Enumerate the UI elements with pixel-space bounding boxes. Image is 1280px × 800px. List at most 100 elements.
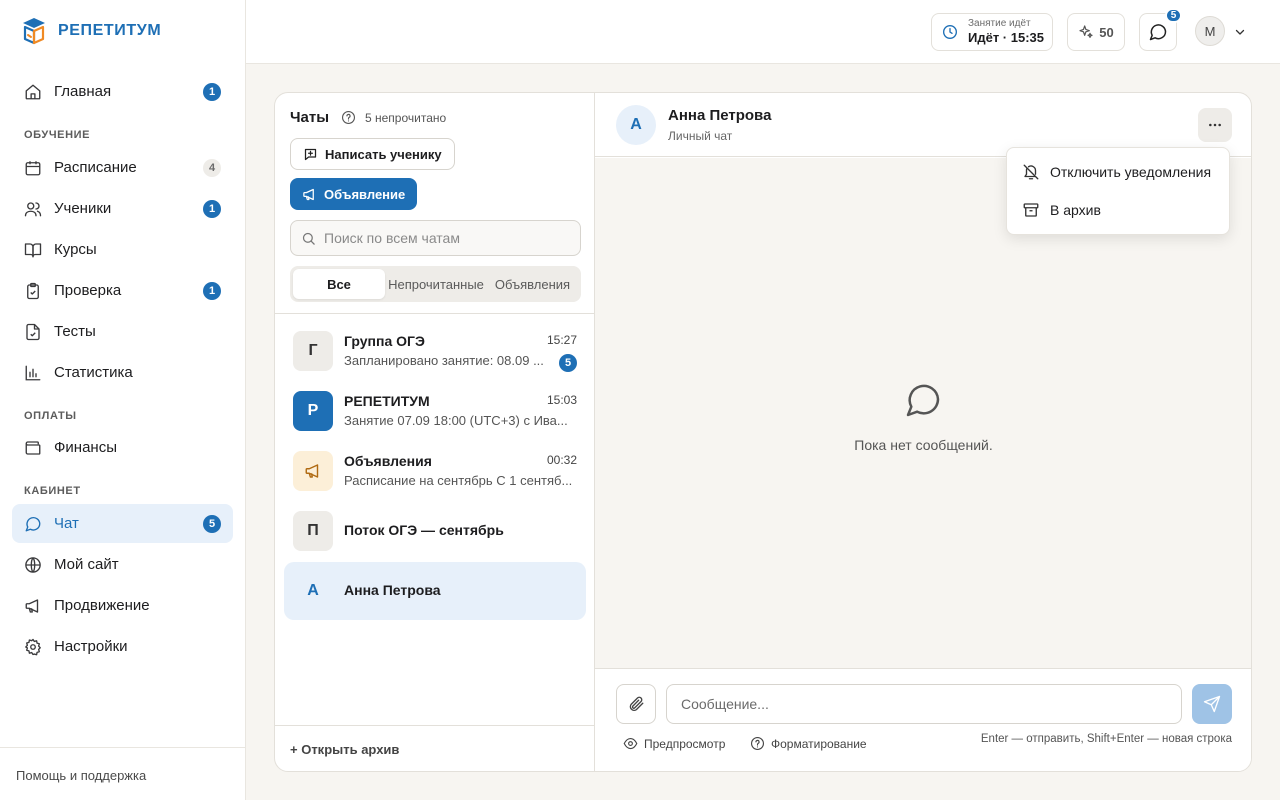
brand-logo[interactable]: РЕПЕТИТУМ	[20, 16, 161, 46]
section-learning: ОБУЧЕНИЕ	[24, 129, 91, 141]
chat-avatar: А	[293, 571, 333, 611]
chat-name: Поток ОГЭ — сентябрь	[344, 522, 504, 538]
chat-list-item[interactable]: Объявления 00:32 Расписание на сентябрь …	[284, 442, 586, 500]
chat-list-item[interactable]: П Поток ОГЭ — сентябрь	[284, 502, 586, 560]
sidebar-item-chat[interactable]: Чат 5	[12, 504, 233, 543]
wallet-icon	[24, 439, 42, 457]
chat-icon	[1148, 22, 1168, 42]
chat-list-item[interactable]: Р РЕПЕТИТУМ 15:03 Занятие 07.09 18:00 (U…	[284, 382, 586, 440]
chat-name: Анна Петрова	[344, 582, 441, 598]
section-cabinet: КАБИНЕТ	[24, 485, 81, 497]
sidebar-item-label: Тесты	[54, 323, 96, 340]
more-horizontal-icon	[1207, 117, 1223, 133]
top-bar: Занятие идёт Идёт · 15:35 50 5 М	[246, 0, 1280, 64]
sidebar-item-schedule[interactable]: Расписание 4	[12, 148, 233, 187]
bell-off-icon	[1022, 163, 1040, 181]
sidebar-item-label: Статистика	[54, 364, 133, 381]
preview-toggle[interactable]: Предпросмотр	[623, 736, 725, 751]
logo-icon	[20, 16, 48, 46]
sidebar-badge: 4	[203, 159, 221, 177]
chat-preview: Запланировано занятие: 08.09 ...	[344, 353, 544, 368]
chat-count-badge: 5	[1165, 8, 1182, 23]
lesson-status-button[interactable]: Занятие идёт Идёт · 15:35	[931, 13, 1053, 51]
megaphone-icon	[24, 597, 42, 615]
sidebar-item-home[interactable]: Главная 1	[12, 72, 233, 111]
book-icon	[24, 241, 42, 259]
sparkles-icon	[1078, 24, 1094, 40]
archive-icon	[1022, 201, 1040, 219]
menu-item-label: В архив	[1050, 202, 1101, 218]
help-link[interactable]: Помощь и поддержка	[0, 747, 245, 800]
announcement-button[interactable]: Объявление	[290, 178, 418, 210]
open-archive-link[interactable]: + Открыть архив	[275, 725, 595, 771]
write-to-student-button[interactable]: Написать ученику	[290, 138, 455, 170]
chat-search[interactable]	[290, 220, 581, 256]
menu-item-mute[interactable]: Отключить уведомления	[1007, 153, 1231, 191]
chat-time: 00:32	[546, 453, 577, 467]
message-plus-icon	[303, 147, 318, 162]
chat-name: РЕПЕТИТУМ	[344, 393, 430, 409]
chat-name: Группа ОГЭ	[344, 333, 425, 349]
chat-preview: Занятие 07.09 18:00 (UTC+3) с Ива...	[344, 413, 568, 428]
message-input[interactable]	[666, 684, 1182, 724]
sidebar-item-label: Настройки	[54, 638, 128, 655]
send-button[interactable]	[1192, 684, 1232, 724]
sidebar-item-courses[interactable]: Курсы	[12, 230, 233, 269]
clock-icon	[942, 24, 958, 40]
formatting-help[interactable]: Форматирование	[750, 736, 867, 751]
sidebar: РЕПЕТИТУМ Главная 1 ОБУЧЕНИЕ Расписание …	[0, 0, 246, 800]
sidebar-item-students[interactable]: Ученики 1	[12, 189, 233, 228]
help-circle-icon[interactable]	[341, 110, 356, 125]
sidebar-item-label: Курсы	[54, 241, 97, 258]
sidebar-item-label: Проверка	[54, 282, 122, 299]
chat-time: 15:03	[546, 393, 577, 407]
sidebar-item-finance[interactable]: Финансы	[12, 428, 233, 467]
search-input[interactable]	[324, 230, 564, 246]
sidebar-item-review[interactable]: Проверка 1	[12, 271, 233, 310]
sidebar-badge: 1	[203, 200, 221, 218]
megaphone-icon	[302, 187, 317, 202]
calendar-icon	[24, 159, 42, 177]
sidebar-badge: 1	[203, 83, 221, 101]
gear-icon	[24, 638, 42, 656]
chats-title: Чаты	[290, 109, 330, 126]
attach-button[interactable]	[616, 684, 656, 724]
chat-list-item[interactable]: Г Группа ОГЭ 15:27 Запланировано занятие…	[284, 322, 586, 380]
chats-column: Чаты 5 непрочитано Написать ученику Объя…	[275, 93, 595, 771]
eye-icon	[623, 736, 638, 751]
chat-time: 15:27	[546, 333, 577, 347]
divider	[275, 313, 595, 314]
sidebar-item-promotion[interactable]: Продвижение	[12, 586, 233, 625]
menu-item-archive[interactable]: В архив	[1007, 191, 1231, 229]
sidebar-item-tests[interactable]: Тесты	[12, 312, 233, 351]
formatting-label: Форматирование	[771, 736, 867, 751]
chat-name: Объявления	[344, 453, 432, 469]
conversation-options-menu: Отключить уведомления В архив	[1006, 147, 1230, 235]
users-icon	[24, 200, 42, 218]
unread-count: 5 непрочитано	[365, 111, 447, 125]
chat-avatar: Г	[293, 331, 333, 371]
tab-all[interactable]: Все	[293, 269, 385, 299]
chat-filter-tabs: Все Непрочитанные Объявления	[290, 266, 581, 302]
empty-state-text: Пока нет сообщений.	[854, 437, 993, 453]
chat-notifications-button[interactable]: 5	[1139, 8, 1182, 51]
section-payments: ОПЛАТЫ	[24, 410, 77, 422]
tab-announcements[interactable]: Объявления	[487, 269, 578, 299]
announcement-label: Объявление	[324, 186, 406, 202]
help-circle-icon	[750, 736, 765, 751]
chat-list-item-selected[interactable]: А Анна Петрова	[284, 562, 586, 620]
credits-button[interactable]: 50	[1067, 13, 1125, 51]
sidebar-item-my-site[interactable]: Мой сайт	[12, 545, 233, 584]
credits-value: 50	[1099, 24, 1114, 40]
sidebar-badge: 5	[203, 515, 221, 533]
tab-unread[interactable]: Непрочитанные	[385, 269, 487, 299]
more-options-button[interactable]	[1198, 108, 1232, 142]
chevron-down-icon[interactable]	[1234, 26, 1246, 38]
sidebar-item-statistics[interactable]: Статистика	[12, 353, 233, 392]
sidebar-item-settings[interactable]: Настройки	[12, 627, 233, 666]
menu-item-label: Отключить уведомления	[1050, 164, 1212, 180]
user-avatar[interactable]: М	[1195, 16, 1225, 46]
chat-avatar	[293, 451, 333, 491]
sidebar-badge: 1	[203, 282, 221, 300]
clipboard-check-icon	[24, 282, 42, 300]
